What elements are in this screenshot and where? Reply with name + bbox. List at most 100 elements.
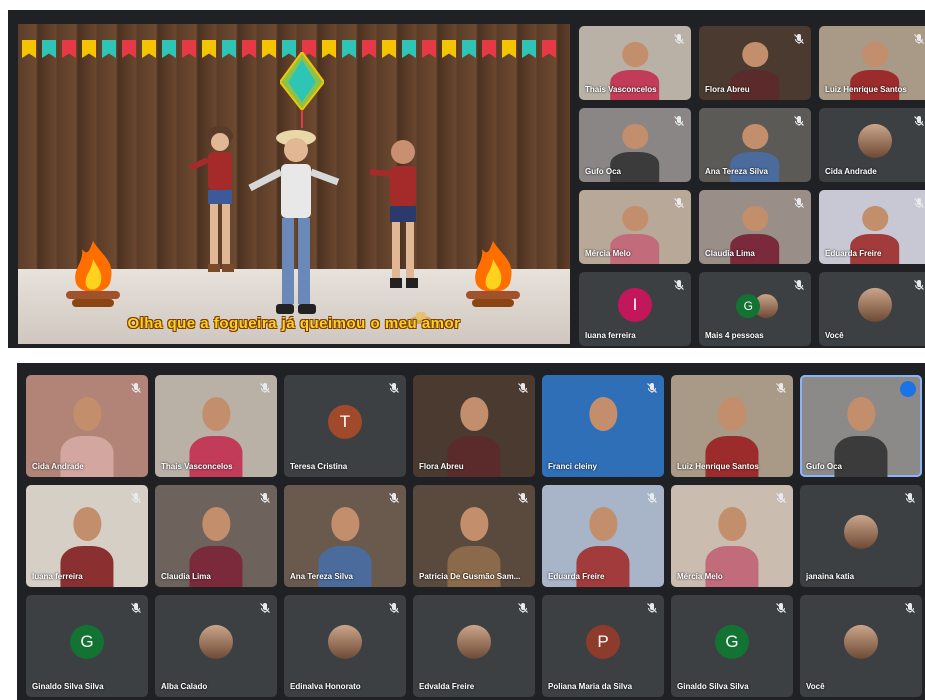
participant-name: janaina katia bbox=[806, 572, 855, 581]
participant-tile[interactable]: Iuana ferreira bbox=[26, 485, 148, 587]
participant-tile[interactable]: Flora Abreu bbox=[699, 26, 811, 100]
bunting-flag bbox=[82, 40, 96, 58]
bunting-flag bbox=[202, 40, 216, 58]
participant-name: Cida Andrade bbox=[825, 167, 877, 176]
participant-tile[interactable]: Franci cleiny bbox=[542, 375, 664, 477]
participant-tile[interactable]: Gufo Oca bbox=[800, 375, 922, 477]
participant-name: Thais Vasconcelos bbox=[161, 462, 233, 471]
participant-tile[interactable]: Ana Tereza Silva bbox=[699, 108, 811, 182]
participant-tile[interactable]: Thais Vasconcelos bbox=[155, 375, 277, 477]
mic-muted-icon bbox=[388, 601, 400, 613]
mic-muted-icon bbox=[673, 196, 685, 208]
participant-tile[interactable]: Mércia Melo bbox=[671, 485, 793, 587]
participant-head bbox=[622, 42, 648, 67]
bunting-flag bbox=[522, 40, 536, 58]
profile-photo-avatar bbox=[858, 287, 892, 322]
participant-tile[interactable]: Mércia Melo bbox=[579, 190, 691, 264]
mic-muted-icon bbox=[517, 491, 529, 503]
bunting-flag bbox=[402, 40, 416, 58]
participant-tile[interactable]: Claudia Lima bbox=[155, 485, 277, 587]
mic-muted-icon bbox=[913, 32, 925, 44]
presentation-video[interactable]: Olha que a fogueira já queimou o meu amo… bbox=[18, 24, 570, 344]
participant-name: Claudia Lima bbox=[161, 572, 211, 581]
bunting-flag bbox=[442, 40, 456, 58]
letter-avatar: T bbox=[328, 404, 362, 439]
bunting-flag bbox=[162, 40, 176, 58]
bonfire-left-icon bbox=[66, 241, 120, 307]
mic-muted-icon bbox=[259, 381, 271, 393]
participant-tile[interactable]: Patricia De Gusmão Sam... bbox=[413, 485, 535, 587]
participant-name: Gufo Oca bbox=[806, 462, 843, 471]
participant-tile[interactable]: G Ginaldo Silva Silva bbox=[26, 595, 148, 697]
mic-muted-icon bbox=[130, 491, 142, 503]
participant-tile[interactable]: G Ginaldo Silva Silva bbox=[671, 595, 793, 697]
participant-head bbox=[330, 507, 360, 541]
bunting-flag bbox=[102, 40, 116, 58]
participant-name: Ana Tereza Silva bbox=[290, 572, 353, 581]
profile-photo-avatar bbox=[844, 514, 878, 549]
mic-muted-icon bbox=[904, 601, 916, 613]
participant-tile[interactable]: Luiz Henrique Santos bbox=[671, 375, 793, 477]
participant-head bbox=[72, 507, 102, 541]
mic-muted-icon bbox=[259, 491, 271, 503]
mic-muted-icon bbox=[793, 278, 805, 290]
participant-tile[interactable]: Thais Vasconcelos bbox=[579, 26, 691, 100]
profile-photo-avatar bbox=[844, 624, 878, 659]
bunting-flag bbox=[322, 40, 336, 58]
speaking-indicator-icon bbox=[900, 381, 916, 397]
mic-muted-icon bbox=[775, 491, 787, 503]
bunting-flag bbox=[342, 40, 356, 58]
participant-tile[interactable]: Edvalda Freire bbox=[413, 595, 535, 697]
song-lyric-caption: Olha que a fogueira já queimou o meu amo… bbox=[127, 315, 461, 332]
participant-tile[interactable]: Gufo Oca bbox=[579, 108, 691, 182]
participant-tile[interactable]: P Poliana Maria da Silva bbox=[542, 595, 664, 697]
participant-tile[interactable]: I Iuana ferreira bbox=[579, 272, 691, 346]
participant-name: Cida Andrade bbox=[32, 462, 84, 471]
participant-tile[interactable]: Ana Tereza Silva bbox=[284, 485, 406, 587]
letter-avatar: P bbox=[586, 624, 620, 659]
participant-head bbox=[742, 124, 768, 149]
participant-name: Mais 4 pessoas bbox=[705, 331, 764, 340]
participant-body bbox=[834, 435, 888, 477]
mic-muted-icon bbox=[775, 601, 787, 613]
profile-photo-avatar bbox=[457, 624, 491, 659]
bunting-flag bbox=[262, 40, 276, 58]
participant-name: Mércia Melo bbox=[585, 249, 631, 258]
bunting-flag bbox=[482, 40, 496, 58]
mic-muted-icon bbox=[913, 114, 925, 126]
mic-muted-icon bbox=[904, 491, 916, 503]
participant-name: Poliana Maria da Silva bbox=[548, 682, 633, 691]
participant-tile[interactable]: T Teresa Cristina bbox=[284, 375, 406, 477]
participant-tile[interactable]: G Mais 4 pessoas bbox=[699, 272, 811, 346]
paper-lantern-icon bbox=[280, 52, 324, 128]
bunting-flag bbox=[382, 40, 396, 58]
participant-tile[interactable]: Claudia Lima bbox=[699, 190, 811, 264]
participant-tile[interactable]: Eduarda Freire bbox=[542, 485, 664, 587]
participant-tile[interactable]: Alba Calado bbox=[155, 595, 277, 697]
participant-name: Alba Calado bbox=[161, 682, 208, 691]
participant-name: Eduarda Freire bbox=[825, 249, 882, 258]
participant-head bbox=[742, 206, 768, 231]
participant-head bbox=[588, 397, 618, 431]
participant-tile[interactable]: Você bbox=[819, 272, 925, 346]
bunting-flag bbox=[362, 40, 376, 58]
mic-muted-icon bbox=[913, 278, 925, 290]
participant-head bbox=[459, 507, 489, 541]
mic-muted-icon bbox=[130, 601, 142, 613]
participant-tile[interactable]: Você bbox=[800, 595, 922, 697]
participant-tile[interactable]: Eduarda Freire bbox=[819, 190, 925, 264]
participant-name: Iuana ferreira bbox=[32, 572, 83, 581]
participant-tile[interactable]: Flora Abreu bbox=[413, 375, 535, 477]
participant-tile[interactable]: Edinalva Honorato bbox=[284, 595, 406, 697]
participant-name: Você bbox=[825, 331, 844, 340]
bonfire-right-icon bbox=[466, 241, 520, 307]
mic-muted-icon bbox=[517, 601, 529, 613]
participant-head bbox=[862, 206, 888, 231]
participant-tile[interactable]: Cida Andrade bbox=[819, 108, 925, 182]
participant-tile[interactable]: janaina katia bbox=[800, 485, 922, 587]
participant-tile[interactable]: Cida Andrade bbox=[26, 375, 148, 477]
top-meet-window: Olha que a fogueira já queimou o meu amo… bbox=[8, 10, 925, 348]
mic-muted-icon bbox=[793, 114, 805, 126]
participant-head bbox=[717, 397, 747, 431]
participant-tile[interactable]: Luiz Henrique Santos bbox=[819, 26, 925, 100]
